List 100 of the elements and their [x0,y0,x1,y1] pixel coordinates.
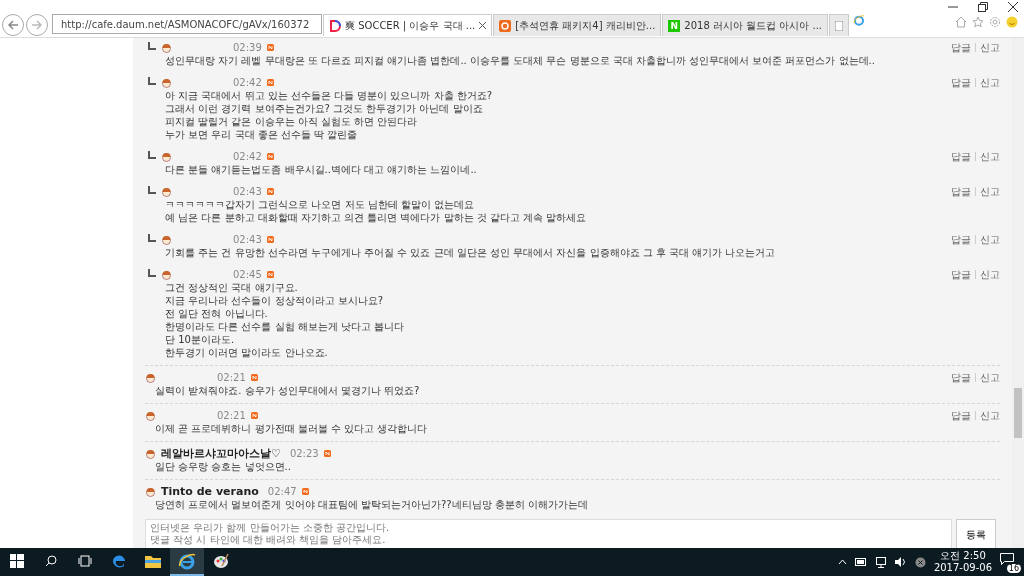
comment-text: ㅋㅋㅋㅋㅋㅋ갑자기 그런식으로 나오면 저도 님한테 할말이 없는데요 [164,199,476,211]
volume-icon[interactable] [894,557,907,567]
address-bar[interactable]: http://cafe.daum.net/ASMONACOFC/gAVx/160372 [52,14,322,34]
submit-button[interactable]: 등록 [956,519,996,548]
comment-text: 한명이라도 다른 선수를 실험 해보는게 낫다고 봅니다 [164,321,406,333]
comment-text: 기회를 주는 건 유망한 선수라면 누구에게나 주어질 수 있죠 근데 일단은 성인 무대에서 자신을 입증해야죠 그 후 국대 얘기가 나오는거고 [164,247,777,259]
smiley-icon[interactable] [1006,16,1018,28]
reply-marker [148,150,156,159]
network-icon[interactable] [874,556,887,568]
scroll-thumb[interactable] [1014,388,1022,438]
comment-time: 02:21 [217,371,246,384]
reply-marker [148,41,156,50]
browser-tab[interactable]: N 2018 러시아 월드컵 아시아 ... [662,14,828,36]
comment-text: 성인무대랑 자기 레벨 무대랑은 또 다르죠 피지컬 얘기나좀 볍한데.. 이승우를 도대체 무슨 명분으로 국대 차출합니까 성인무대에서 보여준 퍼포먼스가 없는데.. [164,55,876,67]
error-icon[interactable] [914,556,926,568]
comment-time: 02:42 [233,76,262,89]
comment-time: 02:23 [289,447,319,460]
comment-text: 지금 우리나라 선수들이 정상적이라고 보시나요? [164,295,385,307]
comment-action-link[interactable]: 답글 [951,408,971,423]
comment-action-link[interactable]: 신고 [980,75,1000,90]
star-icon[interactable] [972,16,984,28]
comment-action-link[interactable]: 신고 [980,408,1000,423]
comment-author[interactable]: 레알바르샤꼬마아스날♡ [161,446,281,461]
avatar-icon [145,410,156,421]
back-arrow-icon [7,20,19,30]
forward-arrow-icon [31,20,43,30]
comment-action-link[interactable]: 신고 [980,232,1000,247]
comment-action-link[interactable]: 신고 [980,40,1000,55]
avatar-icon [161,234,172,245]
comment-action-link[interactable]: 신고 [980,267,1000,282]
browser-icon[interactable] [111,553,127,569]
comment-text: 단 10분이라도. [164,334,236,346]
comment-time: 02:21 [217,409,246,422]
battery-icon[interactable] [854,558,867,566]
comment-text: 그건 정상적인 국대 얘기구요. [164,282,299,294]
reply-marker [148,268,156,277]
chevron-up-icon[interactable] [837,559,847,565]
comment-action-link[interactable]: 답글 [951,75,971,90]
comment-action-link[interactable]: 답글 [951,40,971,55]
comment-text: 예 님은 다른 분하고 대화할때 자기하고 의견 틀리면 벽에다가 말하는 것 같다고 계속 말하세요 [164,212,588,224]
back-button[interactable] [2,14,24,36]
paint-palette-icon[interactable] [212,552,230,570]
comment-text: 한두경기 이러면 말이라도 안나오죠. [164,347,329,359]
comment-text: 그래서 이런 경기력 보여주는건가요? 그것도 한두경기가 아닌데 말이죠 [164,103,484,115]
comment-time: 02:42 [233,150,262,163]
comment-action-link[interactable]: 신고 [980,184,1000,199]
avatar-icon [161,269,172,280]
comment-action-link[interactable]: 신고 [980,370,1000,385]
avatar-icon [145,372,156,383]
comment-text: 일단 승우랑 승호는 넣엇으면.. [154,461,292,473]
comment-time: 02:45 [233,268,262,281]
scrollbar[interactable] [1012,38,1024,548]
reply-marker [148,185,156,194]
site-logo-icon [329,19,341,32]
comment-text: 실력이 받쳐줘야죠. 승우가 성인무대에서 몇경기나 뛰었죠? [154,385,421,397]
comment-text: 이제 곧 프로데뷔하니 평가전때 불러볼 수 있다고 생각합니다 [154,423,429,435]
windows-icon [10,554,24,568]
comment-action-link[interactable]: 답글 [951,267,971,282]
comment-text: 누가 보면 우리 국대 좋은 선수들 딱 깔린줄 [164,129,359,141]
message-icon [1000,553,1014,565]
restore-icon[interactable] [978,2,988,12]
browser-icon [853,14,865,26]
tab-site-icon: N [668,19,681,32]
reply-marker [148,76,156,85]
comment-action-link[interactable]: 답글 [951,370,971,385]
folder-icon[interactable] [145,554,161,568]
comment-author[interactable]: Tinto de verano [161,485,259,498]
comment-time: 02:43 [233,185,262,198]
task-view-icon [78,555,92,567]
browser-tab[interactable]: [추석연휴 패키지4] 캐리비안... [493,14,662,36]
avatar-icon [161,42,172,53]
comment-text: 전 일단 전혀 아닙니다. [164,308,269,320]
avatar-icon [161,151,172,162]
search-icon [45,555,57,567]
comment-text: 당연히 프로에서 멀보여준게 잇어야 대표팀에 발탁되는거아닌가??네티님망 충분히 이해가가는데 [154,499,589,511]
new-tab-icon [835,20,843,31]
comment-time: 02:43 [233,233,262,246]
taskbar-clock[interactable]: 오전 2:50 2017-09-06 [933,550,992,574]
url-text: http://cafe.daum.net/ASMONACOFC/gAVx/160372 [61,18,310,30]
notification-button[interactable]: 16 [1000,553,1018,571]
close-icon[interactable] [479,22,487,29]
avatar-icon [145,448,156,459]
comment-time: 02:39 [233,41,262,54]
browser-tab[interactable]: 爽 SOCCER | 이승우 국대 ... [323,14,493,36]
avatar-icon [145,486,156,497]
comment-input[interactable]: 인터넷은 우리가 함께 만들어가는 소중한 공간입니다. 댓글 작성 시 타인에 대한 배려와 책임을 담아주세요. [145,519,952,548]
notification-count: 16 [1006,564,1021,573]
comment-text: 피지컬 딸릴거 같은 이승우는 아직 실험도 하면 안된다라 [164,116,419,128]
comment-time: 02:47 [267,485,297,498]
reply-marker [148,233,156,242]
close-icon[interactable] [1008,2,1018,12]
avatar-icon [161,186,172,197]
comment-action-link[interactable]: 신고 [980,149,1000,164]
browser-icon[interactable] [178,552,196,570]
comment-action-link[interactable]: 답글 [951,184,971,199]
comment-action-link[interactable]: 답글 [951,149,971,164]
comment-action-link[interactable]: 답글 [951,232,971,247]
avatar-icon [161,77,172,88]
comment-text: 아 지금 국대에서 뛰고 있는 선수들은 다들 명분이 있으니까 차출 한거죠? [164,90,494,102]
comment-text: 다른 분들 얘기듣는법도좀 배우시길..벽에다 대고 얘기하는 느낌이네.. [164,164,478,176]
